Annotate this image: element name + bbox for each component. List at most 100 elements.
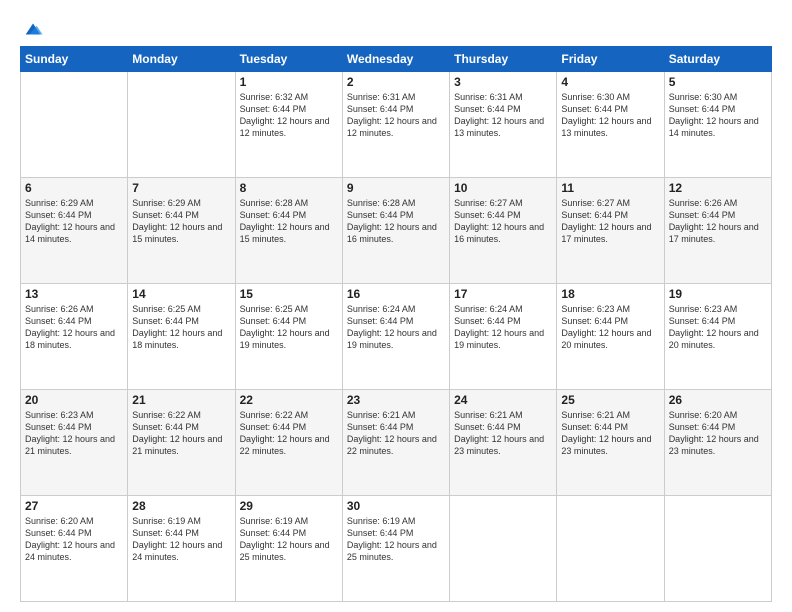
cell-info-text: Sunrise: 6:28 AM Sunset: 6:44 PM Dayligh… <box>347 197 445 246</box>
calendar-cell: 26Sunrise: 6:20 AM Sunset: 6:44 PM Dayli… <box>664 390 771 496</box>
calendar-cell: 10 Sunrise: 6:27 AM Sunset: 6:44 PM Dayli… <box>450 178 557 284</box>
calendar-cell <box>21 72 128 178</box>
cell-info-text: Sunrise: 6:32 AM Sunset: 6:44 PM Dayligh… <box>240 91 338 140</box>
cell-day-number: 15 <box>240 287 338 301</box>
cell-info-text: Sunrise: 6:29 AM Sunset: 6:44 PM Dayligh… <box>132 197 230 246</box>
calendar-week-row: 13 Sunrise: 6:26 AM Sunset: 6:44 PM Dayli… <box>21 284 772 390</box>
cell-info-text: Sunrise: 6:24 AM Sunset: 6:44 PM Dayligh… <box>347 303 445 352</box>
cell-day-number: 11 <box>561 181 659 195</box>
cell-info-text: Sunrise: 6:23 AM Sunset: 6:44 PM Dayligh… <box>561 303 659 352</box>
calendar-week-row: 6 Sunrise: 6:29 AM Sunset: 6:44 PM Daylig… <box>21 178 772 284</box>
cell-day-number: 6 <box>25 181 123 195</box>
calendar-cell: 7 Sunrise: 6:29 AM Sunset: 6:44 PM Daylig… <box>128 178 235 284</box>
calendar-table: SundayMondayTuesdayWednesdayThursdayFrid… <box>20 46 772 602</box>
cell-info-text: Sunrise: 6:19 AM Sunset: 6:44 PM Dayligh… <box>240 515 338 564</box>
calendar-cell <box>664 496 771 602</box>
cell-info-text: Sunrise: 6:25 AM Sunset: 6:44 PM Dayligh… <box>132 303 230 352</box>
cell-day-number: 22 <box>240 393 338 407</box>
calendar-cell: 3 Sunrise: 6:31 AM Sunset: 6:44 PM Daylig… <box>450 72 557 178</box>
cell-day-number: 5 <box>669 75 767 89</box>
calendar-cell: 23 Sunrise: 6:21 AM Sunset: 6:44 PM Dayli… <box>342 390 449 496</box>
calendar-cell: 27 Sunrise: 6:20 AM Sunset: 6:44 PM Dayli… <box>21 496 128 602</box>
calendar-cell <box>557 496 664 602</box>
cell-info-text: Sunrise: 6:30 AM Sunset: 6:44 PM Dayligh… <box>669 91 767 140</box>
cell-info-text: Sunrise: 6:21 AM Sunset: 6:44 PM Dayligh… <box>347 409 445 458</box>
cell-info-text: Sunrise: 6:21 AM Sunset: 6:44 PM Dayligh… <box>561 409 659 458</box>
calendar-cell <box>128 72 235 178</box>
cell-day-number: 3 <box>454 75 552 89</box>
calendar-cell: 2Sunrise: 6:31 AM Sunset: 6:44 PM Daylig… <box>342 72 449 178</box>
cell-info-text: Sunrise: 6:26 AM Sunset: 6:44 PM Dayligh… <box>669 197 767 246</box>
cell-info-text: Sunrise: 6:23 AM Sunset: 6:44 PM Dayligh… <box>669 303 767 352</box>
cell-day-number: 1 <box>240 75 338 89</box>
cell-info-text: Sunrise: 6:27 AM Sunset: 6:44 PM Dayligh… <box>454 197 552 246</box>
cell-info-text: Sunrise: 6:22 AM Sunset: 6:44 PM Dayligh… <box>240 409 338 458</box>
cell-day-number: 18 <box>561 287 659 301</box>
calendar-cell: 12 Sunrise: 6:26 AM Sunset: 6:44 PM Dayli… <box>664 178 771 284</box>
cell-day-number: 13 <box>25 287 123 301</box>
calendar-header-saturday: Saturday <box>664 47 771 72</box>
cell-info-text: Sunrise: 6:22 AM Sunset: 6:44 PM Dayligh… <box>132 409 230 458</box>
cell-day-number: 19 <box>669 287 767 301</box>
cell-info-text: Sunrise: 6:24 AM Sunset: 6:44 PM Dayligh… <box>454 303 552 352</box>
calendar-cell: 13 Sunrise: 6:26 AM Sunset: 6:44 PM Dayli… <box>21 284 128 390</box>
cell-day-number: 29 <box>240 499 338 513</box>
cell-day-number: 28 <box>132 499 230 513</box>
calendar-cell: 5 Sunrise: 6:30 AM Sunset: 6:44 PM Daylig… <box>664 72 771 178</box>
calendar-header-friday: Friday <box>557 47 664 72</box>
cell-day-number: 24 <box>454 393 552 407</box>
cell-day-number: 2 <box>347 75 445 89</box>
cell-info-text: Sunrise: 6:23 AM Sunset: 6:44 PM Dayligh… <box>25 409 123 458</box>
header <box>20 18 772 36</box>
cell-info-text: Sunrise: 6:27 AM Sunset: 6:44 PM Dayligh… <box>561 197 659 246</box>
calendar-cell: 4 Sunrise: 6:30 AM Sunset: 6:44 PM Daylig… <box>557 72 664 178</box>
cell-day-number: 30 <box>347 499 445 513</box>
calendar-cell: 11 Sunrise: 6:27 AM Sunset: 6:44 PM Dayli… <box>557 178 664 284</box>
cell-info-text: Sunrise: 6:31 AM Sunset: 6:44 PM Dayligh… <box>454 91 552 140</box>
cell-day-number: 12 <box>669 181 767 195</box>
cell-day-number: 20 <box>25 393 123 407</box>
calendar-cell: 9 Sunrise: 6:28 AM Sunset: 6:44 PM Daylig… <box>342 178 449 284</box>
cell-day-number: 4 <box>561 75 659 89</box>
cell-info-text: Sunrise: 6:19 AM Sunset: 6:44 PM Dayligh… <box>347 515 445 564</box>
cell-day-number: 16 <box>347 287 445 301</box>
calendar-cell: 15 Sunrise: 6:25 AM Sunset: 6:44 PM Dayli… <box>235 284 342 390</box>
cell-info-text: Sunrise: 6:28 AM Sunset: 6:44 PM Dayligh… <box>240 197 338 246</box>
cell-info-text: Sunrise: 6:21 AM Sunset: 6:44 PM Dayligh… <box>454 409 552 458</box>
page: SundayMondayTuesdayWednesdayThursdayFrid… <box>0 0 792 612</box>
calendar-cell: 25 Sunrise: 6:21 AM Sunset: 6:44 PM Dayli… <box>557 390 664 496</box>
cell-info-text: Sunrise: 6:19 AM Sunset: 6:44 PM Dayligh… <box>132 515 230 564</box>
logo-icon <box>22 18 44 40</box>
cell-day-number: 21 <box>132 393 230 407</box>
calendar-header-wednesday: Wednesday <box>342 47 449 72</box>
cell-day-number: 23 <box>347 393 445 407</box>
cell-info-text: Sunrise: 6:20 AM Sunset: 6:44 PM Dayligh… <box>25 515 123 564</box>
cell-day-number: 26 <box>669 393 767 407</box>
calendar-cell: 19 Sunrise: 6:23 AM Sunset: 6:44 PM Dayli… <box>664 284 771 390</box>
calendar-header-row: SundayMondayTuesdayWednesdayThursdayFrid… <box>21 47 772 72</box>
cell-day-number: 10 <box>454 181 552 195</box>
calendar-cell: 6Sunrise: 6:29 AM Sunset: 6:44 PM Daylig… <box>21 178 128 284</box>
calendar-cell: 28 Sunrise: 6:19 AM Sunset: 6:44 PM Dayli… <box>128 496 235 602</box>
cell-day-number: 9 <box>347 181 445 195</box>
calendar-cell: 20 Sunrise: 6:23 AM Sunset: 6:44 PM Dayli… <box>21 390 128 496</box>
calendar-cell: 18 Sunrise: 6:23 AM Sunset: 6:44 PM Dayli… <box>557 284 664 390</box>
cell-info-text: Sunrise: 6:30 AM Sunset: 6:44 PM Dayligh… <box>561 91 659 140</box>
calendar-week-row: 20 Sunrise: 6:23 AM Sunset: 6:44 PM Dayli… <box>21 390 772 496</box>
calendar-header-thursday: Thursday <box>450 47 557 72</box>
calendar-week-row: 27 Sunrise: 6:20 AM Sunset: 6:44 PM Dayli… <box>21 496 772 602</box>
logo <box>20 18 44 36</box>
cell-day-number: 14 <box>132 287 230 301</box>
calendar-cell: 29 Sunrise: 6:19 AM Sunset: 6:44 PM Dayli… <box>235 496 342 602</box>
cell-day-number: 25 <box>561 393 659 407</box>
cell-day-number: 7 <box>132 181 230 195</box>
calendar-cell: 24 Sunrise: 6:21 AM Sunset: 6:44 PM Dayli… <box>450 390 557 496</box>
cell-info-text: Sunrise: 6:26 AM Sunset: 6:44 PM Dayligh… <box>25 303 123 352</box>
cell-day-number: 27 <box>25 499 123 513</box>
calendar-header-sunday: Sunday <box>21 47 128 72</box>
calendar-week-row: 1 Sunrise: 6:32 AM Sunset: 6:44 PM Daylig… <box>21 72 772 178</box>
calendar-cell: 22 Sunrise: 6:22 AM Sunset: 6:44 PM Dayli… <box>235 390 342 496</box>
cell-day-number: 17 <box>454 287 552 301</box>
calendar-cell: 21 Sunrise: 6:22 AM Sunset: 6:44 PM Dayli… <box>128 390 235 496</box>
cell-info-text: Sunrise: 6:25 AM Sunset: 6:44 PM Dayligh… <box>240 303 338 352</box>
